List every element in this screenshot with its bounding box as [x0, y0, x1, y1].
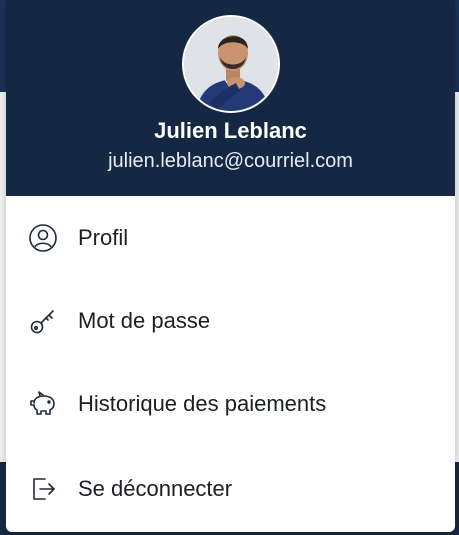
menu-item-password[interactable]: Mot de passe [6, 289, 455, 353]
menu-item-password-label: Mot de passe [78, 308, 211, 333]
logout-icon [28, 474, 58, 504]
user-circle-icon [28, 223, 58, 253]
user-name: Julien Leblanc [154, 118, 307, 143]
menu-item-logout[interactable]: Se déconnecter [6, 457, 455, 521]
user-header: Julien Leblanc julien.leblanc@courriel.c… [6, 0, 455, 196]
menu-item-payment-history-label: Historique des paiements [78, 391, 327, 416]
menu-item-profile[interactable]: Profil [6, 206, 455, 270]
avatar [181, 15, 280, 113]
menu-item-payment-history[interactable]: Historique des paiements [6, 372, 455, 436]
key-icon [28, 306, 58, 336]
user-email: julien.leblanc@courriel.com [108, 150, 353, 172]
menu-item-logout-label: Se déconnecter [78, 476, 233, 501]
menu-item-profile-label: Profil [78, 225, 129, 250]
piggy-bank-icon [28, 389, 58, 419]
user-dropdown-menu: Julien Leblanc julien.leblanc@courriel.c… [6, 0, 455, 532]
